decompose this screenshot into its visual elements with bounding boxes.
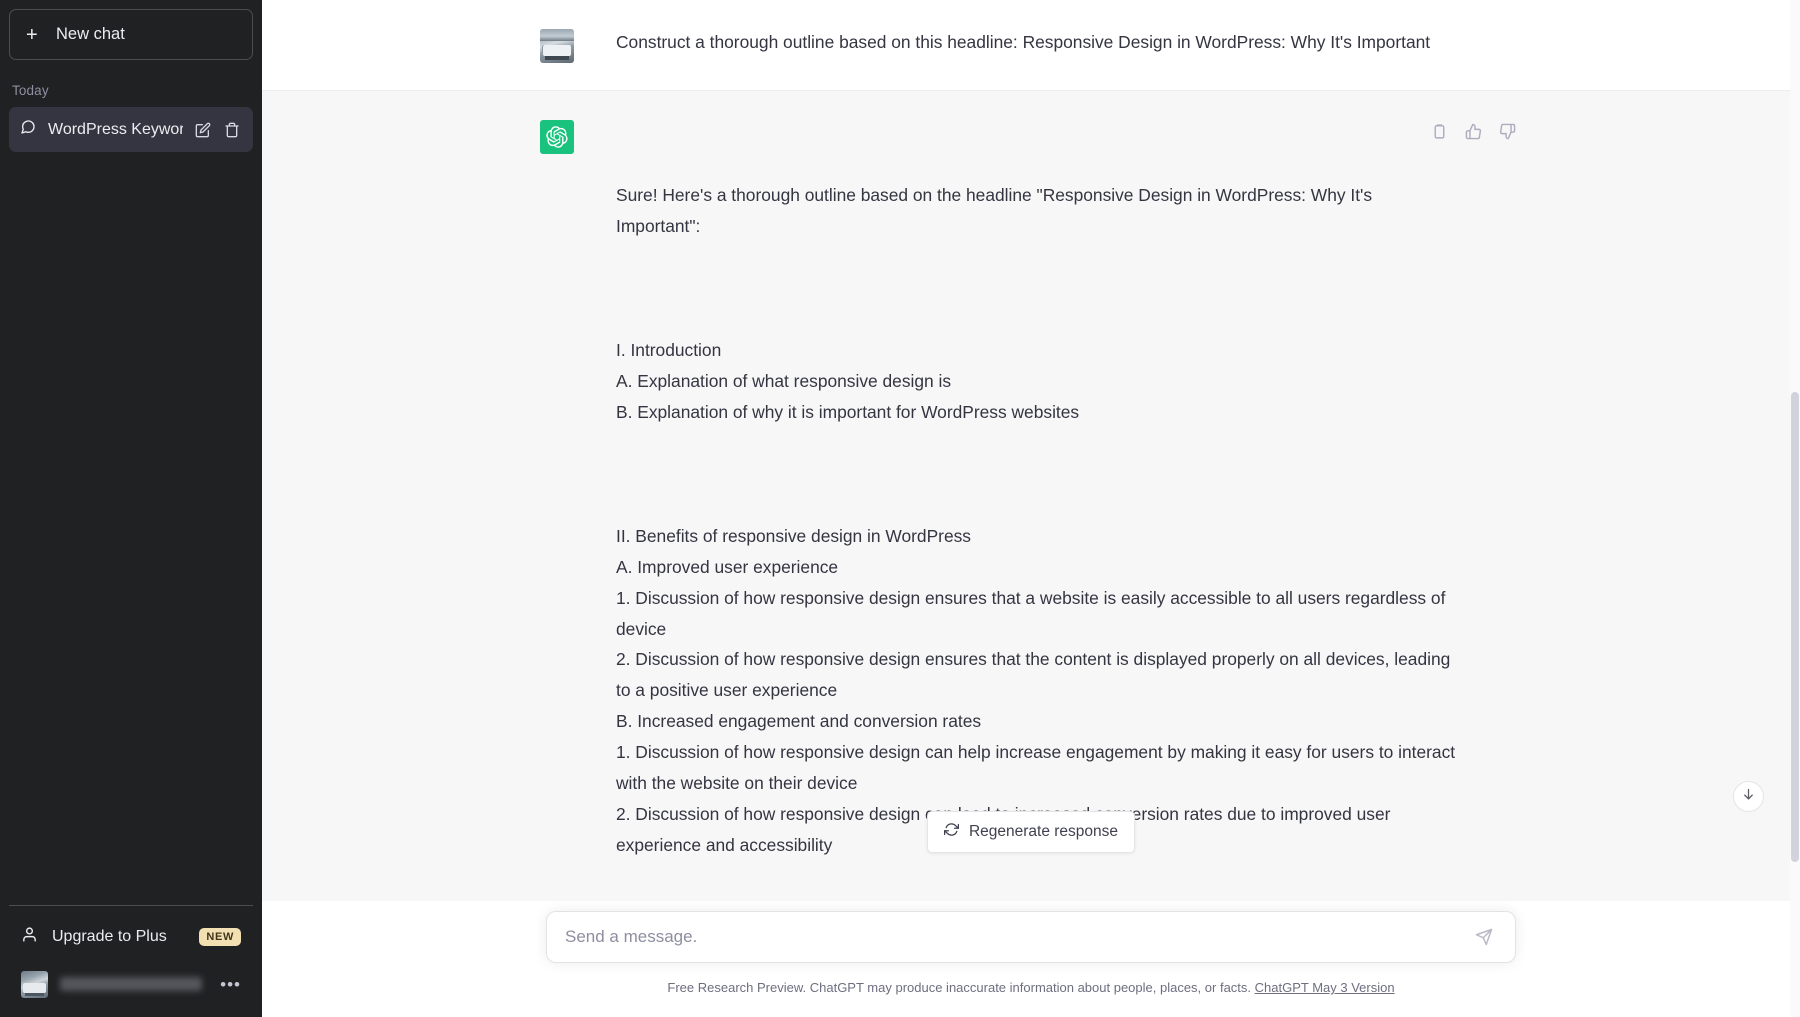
user-message-text: Construct a thorough outline based on th…	[616, 27, 1541, 63]
upgrade-to-plus-button[interactable]: Upgrade to Plus NEW	[9, 914, 253, 960]
assistant-paragraph: Sure! Here's a thorough outline based on…	[616, 180, 1461, 242]
scrollbar-thumb[interactable]	[1791, 392, 1799, 862]
thumbs-up-icon[interactable]	[1461, 119, 1485, 143]
main-panel: Construct a thorough outline based on th…	[262, 0, 1800, 1017]
ellipsis-icon[interactable]: •••	[220, 976, 241, 993]
new-chat-button[interactable]: + New chat	[9, 9, 253, 60]
footer-disclaimer: Free Research Preview. ChatGPT may produ…	[262, 963, 1800, 1017]
composer-area: Free Research Preview. ChatGPT may produ…	[262, 901, 1800, 1017]
message-user: Construct a thorough outline based on th…	[262, 0, 1800, 90]
chat-bubble-icon	[20, 119, 36, 140]
upgrade-label: Upgrade to Plus	[52, 928, 185, 946]
history-section-header: Today	[9, 74, 253, 107]
chat-history: Today WordPress Keyword Ide	[9, 74, 253, 905]
scroll-to-bottom-button[interactable]	[1733, 781, 1764, 812]
thumbs-down-icon[interactable]	[1495, 119, 1519, 143]
assistant-paragraph: I. Introduction A. Explanation of what r…	[616, 335, 1461, 428]
arrow-down-icon	[1741, 787, 1756, 807]
disclaimer-text: Free Research Preview. ChatGPT may produ…	[667, 980, 1251, 995]
message-input[interactable]	[565, 912, 1469, 962]
message-action-bar	[1427, 119, 1519, 143]
new-badge: NEW	[199, 928, 241, 946]
plus-icon: +	[26, 25, 43, 45]
avatar	[21, 971, 48, 998]
chat-history-item-active[interactable]: WordPress Keyword Ide	[9, 107, 253, 152]
account-name-redacted	[60, 977, 202, 991]
sidebar-footer: Upgrade to Plus NEW •••	[9, 905, 253, 1008]
message-assistant: Sure! Here's a thorough outline based on…	[262, 90, 1800, 1017]
regenerate-response-label: Regenerate response	[969, 823, 1118, 841]
composer-box[interactable]	[546, 911, 1516, 963]
version-link[interactable]: ChatGPT May 3 Version	[1255, 980, 1395, 995]
trash-icon[interactable]	[224, 122, 240, 138]
new-chat-label: New chat	[56, 25, 125, 44]
account-menu-button[interactable]: •••	[9, 960, 253, 1008]
chat-item-actions	[195, 122, 242, 138]
person-icon	[21, 926, 38, 948]
openai-logo-avatar	[540, 120, 574, 154]
assistant-message-text: Sure! Here's a thorough outline based on…	[616, 118, 1541, 1017]
send-paper-plane-icon[interactable]	[1469, 922, 1499, 952]
user-photo-avatar	[540, 29, 574, 63]
pencil-icon[interactable]	[195, 122, 211, 138]
chatgpt-app: + New chat Today WordPress Keyword Ide	[0, 0, 1800, 1017]
page-scrollbar[interactable]	[1790, 0, 1800, 1017]
refresh-icon	[944, 822, 959, 842]
regenerate-response-button[interactable]: Regenerate response	[927, 811, 1135, 853]
conversation-thread[interactable]: Construct a thorough outline based on th…	[262, 0, 1800, 1017]
chat-history-item-label: WordPress Keyword Ide	[48, 121, 183, 139]
sidebar: + New chat Today WordPress Keyword Ide	[0, 0, 262, 1017]
copy-icon[interactable]	[1427, 119, 1451, 143]
